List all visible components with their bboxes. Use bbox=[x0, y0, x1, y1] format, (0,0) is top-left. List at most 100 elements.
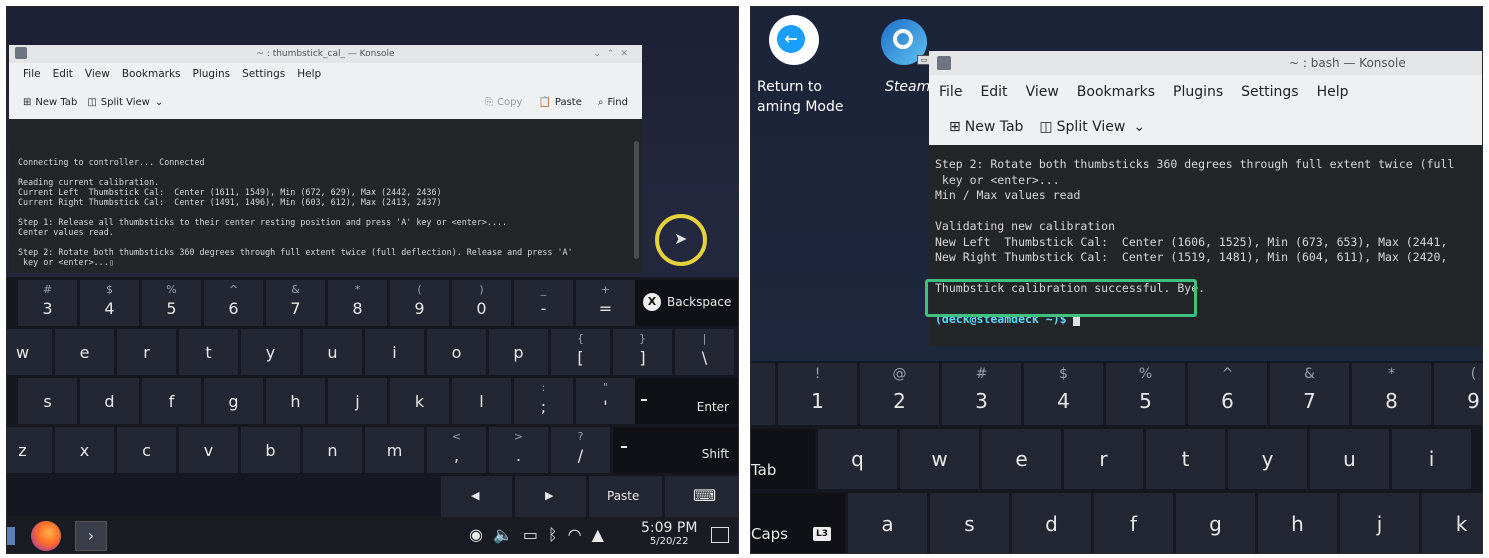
key-g[interactable]: g bbox=[1176, 493, 1255, 553]
key-t[interactable]: t bbox=[179, 329, 238, 375]
key-i[interactable]: i bbox=[365, 329, 424, 375]
key-n[interactable]: n bbox=[303, 427, 362, 473]
key-k[interactable]: k bbox=[390, 378, 449, 424]
key-5[interactable]: % 5 bbox=[142, 280, 201, 326]
shift-key[interactable]: Shift bbox=[613, 427, 738, 473]
key-7[interactable]: & 7 bbox=[266, 280, 325, 326]
menu-item-plugins[interactable]: Plugins bbox=[1173, 75, 1223, 109]
key-k[interactable]: k bbox=[1422, 493, 1482, 553]
key-g[interactable]: g bbox=[204, 378, 263, 424]
key-s[interactable]: s bbox=[930, 493, 1009, 553]
window-titlebar[interactable]: ~ : thumbstick_cal_ — Konsole ⌄⌃✕ bbox=[9, 45, 642, 63]
key-][interactable]: }] bbox=[613, 329, 672, 375]
menu-item-bookmarks[interactable]: Bookmarks bbox=[122, 63, 181, 85]
menu-item-file[interactable]: File bbox=[23, 63, 41, 85]
steam-tray-icon[interactable]: ◉ bbox=[469, 525, 493, 544]
key-e[interactable]: e bbox=[55, 329, 114, 375]
key-o[interactable]: o bbox=[427, 329, 486, 375]
key-1[interactable]: ! 1 bbox=[778, 363, 857, 425]
paste-key[interactable]: Paste bbox=[589, 476, 662, 518]
key-/[interactable]: ? / bbox=[551, 427, 610, 473]
key-q[interactable]: q bbox=[818, 429, 897, 489]
key-8[interactable]: * 8 bbox=[328, 280, 387, 326]
key-2[interactable]: @2 bbox=[860, 363, 939, 425]
split-view-button[interactable]: ◫ Split View ⌄ bbox=[87, 97, 163, 108]
firefox-icon[interactable] bbox=[31, 521, 61, 551]
key-3[interactable]: #3 bbox=[18, 280, 77, 326]
new-tab-button[interactable]: ⊞ New Tab bbox=[23, 97, 77, 108]
key-w[interactable]: w bbox=[900, 429, 979, 489]
menu-item-bookmarks[interactable]: Bookmarks bbox=[1077, 75, 1155, 109]
terminal-output[interactable]: Connecting to controller... Connected Re… bbox=[9, 119, 642, 273]
key-3[interactable]: #3 bbox=[942, 363, 1021, 425]
key-4[interactable]: $4 bbox=[80, 280, 139, 326]
menu-item-edit[interactable]: Edit bbox=[53, 63, 73, 85]
key-5[interactable]: % 5 bbox=[1106, 363, 1185, 425]
tab-key[interactable]: Tab bbox=[751, 429, 815, 489]
key-.[interactable]: >. bbox=[489, 427, 548, 473]
menu-item-view[interactable]: View bbox=[1026, 75, 1059, 109]
menu-item-help[interactable]: Help bbox=[1317, 75, 1349, 109]
key-r[interactable]: r bbox=[117, 329, 176, 375]
window-titlebar[interactable]: ~ : bash — Konsole bbox=[929, 51, 1482, 75]
return-arrow-icon[interactable]: ← bbox=[769, 15, 819, 65]
key-v[interactable]: v bbox=[179, 427, 238, 473]
key-'[interactable]: " ' bbox=[576, 378, 635, 424]
key-f[interactable]: f bbox=[1094, 493, 1173, 553]
new-tab-button[interactable]: ⊞ New Tab bbox=[949, 119, 1023, 135]
paste-button[interactable]: 📋 Paste bbox=[538, 97, 581, 108]
menu-item-edit[interactable]: Edit bbox=[980, 75, 1007, 109]
menu-item-help[interactable]: Help bbox=[297, 63, 321, 85]
menu-item-file[interactable]: File bbox=[939, 75, 962, 109]
volume-icon[interactable]: 🔈 bbox=[493, 525, 523, 544]
enter-key[interactable]: Enter bbox=[635, 378, 738, 424]
key-l[interactable]: l bbox=[452, 378, 511, 424]
key-0[interactable]: ) 0 bbox=[452, 280, 511, 326]
find-button[interactable]: ⌕ Find bbox=[598, 97, 628, 108]
key-backslash[interactable]: | \ bbox=[675, 329, 734, 375]
key-h[interactable]: h bbox=[266, 378, 325, 424]
key-e[interactable]: e bbox=[982, 429, 1061, 489]
bluetooth-icon[interactable]: ᛒ bbox=[548, 525, 568, 544]
key-,[interactable]: <, bbox=[427, 427, 486, 473]
key-=[interactable]: + = bbox=[576, 280, 635, 326]
key-y[interactable]: y bbox=[241, 329, 300, 375]
steam-label[interactable]: Steam bbox=[885, 79, 930, 95]
copy-button[interactable]: ⎘ Copy bbox=[485, 97, 522, 108]
key-z[interactable]: z bbox=[7, 427, 52, 473]
key-c[interactable]: c bbox=[117, 427, 176, 473]
key-u[interactable]: u bbox=[1310, 429, 1389, 489]
window-controls-icon[interactable]: ⌄⌃✕ bbox=[593, 45, 634, 63]
key-f[interactable]: f bbox=[142, 378, 201, 424]
key-6[interactable]: ^ 6 bbox=[204, 280, 263, 326]
show-desktop-icon[interactable] bbox=[711, 527, 729, 543]
steam-icon[interactable]: ▭ bbox=[881, 19, 931, 65]
clock[interactable]: 5:09 PM 5/20/22 bbox=[641, 520, 697, 547]
key-j[interactable]: j bbox=[328, 378, 387, 424]
key-d[interactable]: d bbox=[80, 378, 139, 424]
key-d[interactable]: d bbox=[1012, 493, 1091, 553]
key-9[interactable]: (9 bbox=[390, 280, 449, 326]
caps-key[interactable]: Caps L3 bbox=[751, 493, 845, 553]
key-y[interactable]: y bbox=[1228, 429, 1307, 489]
split-view-button[interactable]: ◫ Split View ⌄ bbox=[1039, 119, 1145, 135]
key-8[interactable]: * 8 bbox=[1352, 363, 1431, 425]
backspace-key[interactable]: X Backspace bbox=[635, 280, 738, 326]
key-h[interactable]: h bbox=[1258, 493, 1337, 553]
key-;[interactable]: :; bbox=[514, 378, 573, 424]
key-`[interactable]: ~` bbox=[751, 363, 775, 425]
tray-expand-icon[interactable]: ▲ bbox=[592, 525, 614, 544]
key-b[interactable]: b bbox=[241, 427, 300, 473]
menu-item-plugins[interactable]: Plugins bbox=[193, 63, 231, 85]
key-s[interactable]: s bbox=[18, 378, 77, 424]
key-p[interactable]: p bbox=[489, 329, 548, 375]
key-m[interactable]: m bbox=[365, 427, 424, 473]
key-7[interactable]: & 7 bbox=[1270, 363, 1349, 425]
key-6[interactable]: ^ 6 bbox=[1188, 363, 1267, 425]
app-launcher-icon[interactable] bbox=[7, 527, 15, 545]
key-t[interactable]: t bbox=[1146, 429, 1225, 489]
key-j[interactable]: j bbox=[1340, 493, 1419, 553]
hide-keyboard-key[interactable]: ⌨ bbox=[665, 476, 738, 518]
scrollbar[interactable] bbox=[634, 141, 639, 259]
key-9[interactable]: (9 bbox=[1434, 363, 1482, 425]
